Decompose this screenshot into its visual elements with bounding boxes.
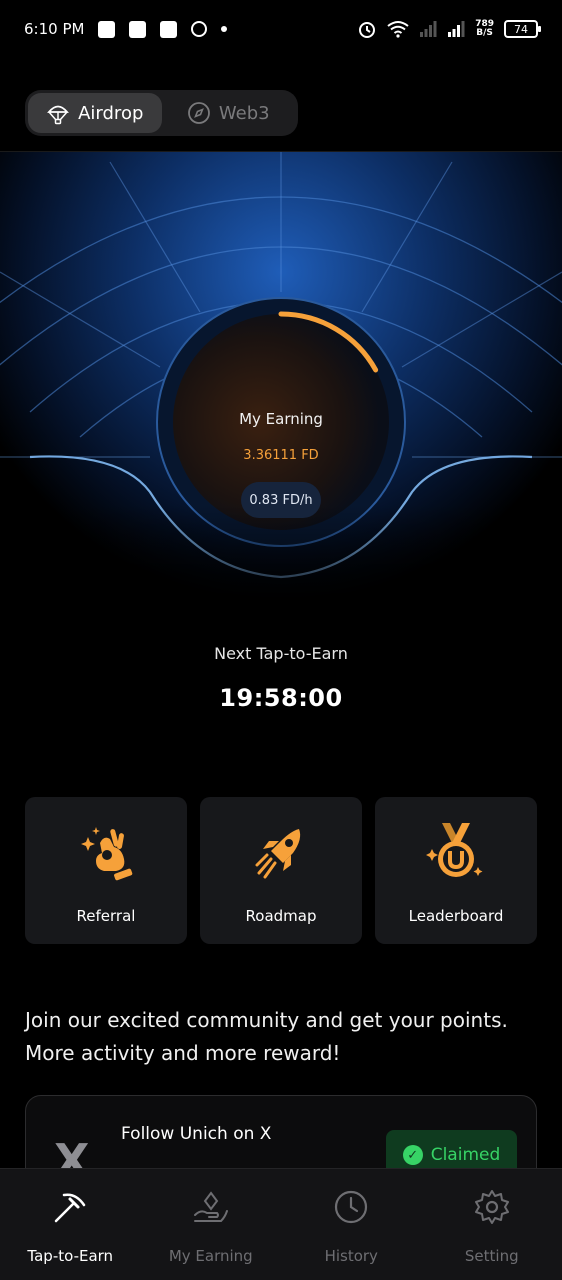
roadmap-card[interactable]: Roadmap <box>200 797 362 944</box>
network-speed: 789 B/S <box>475 20 494 38</box>
youtube-icon <box>160 20 178 38</box>
gear-icon <box>474 1190 509 1224</box>
medal-icon <box>426 823 483 877</box>
rocket-icon <box>255 829 301 879</box>
clock-icon <box>335 1190 368 1224</box>
tab-web3[interactable]: Web3 <box>162 93 296 133</box>
earning-rate-badge: 0.83 FD/h <box>241 482 321 518</box>
countdown-timer: 19:58:00 <box>219 684 343 712</box>
status-bar: 6:10 PM 789 B/S 74 <box>0 0 562 58</box>
signal-icon-2 <box>448 21 465 37</box>
parachute-icon <box>47 105 70 125</box>
bottom-nav: Tap-to-Earn My Earning History Setting <box>0 1168 562 1280</box>
nav-tap-to-earn-label: Tap-to-Earn <box>27 1247 114 1265</box>
compass-icon <box>187 102 210 124</box>
battery-level: 74 <box>514 22 528 36</box>
signal-icon-1 <box>420 21 437 37</box>
my-earning-value: 3.36111 FD <box>243 448 319 463</box>
mode-toggle: Airdrop Web3 <box>25 90 298 136</box>
pickaxe-icon <box>55 1193 86 1223</box>
nav-tap-to-earn[interactable]: Tap-to-Earn <box>0 1169 141 1280</box>
wifi-icon <box>387 21 409 38</box>
community-text: Join our excited community and get your … <box>25 1008 508 1065</box>
claimed-label: Claimed <box>430 1145 501 1165</box>
nav-my-earning[interactable]: My Earning <box>141 1169 282 1280</box>
leaderboard-card[interactable]: Leaderboard <box>375 797 537 944</box>
my-earning-label: My Earning <box>239 410 323 428</box>
check-icon: ✓ <box>402 1145 423 1165</box>
tab-web3-label: Web3 <box>218 102 270 124</box>
alarm-icon <box>359 22 376 38</box>
tab-airdrop[interactable]: Airdrop <box>28 93 162 133</box>
nav-history-label: History <box>324 1247 378 1265</box>
ok-hand-icon <box>81 827 133 881</box>
hand-diamond-icon <box>193 1191 228 1222</box>
earning-hero <box>0 152 562 622</box>
next-tap-label: Next Tap-to-Earn <box>214 644 348 663</box>
nav-my-earning-label: My Earning <box>168 1247 253 1265</box>
earning-rate-value: 0.83 FD/h <box>249 492 313 508</box>
hero-background <box>0 152 562 622</box>
feature-cards: Referral Roadmap Leaderboard <box>25 797 537 944</box>
network-speed-unit: B/S <box>476 28 493 38</box>
status-time: 6:10 PM <box>24 20 85 38</box>
battery-icon: 74 <box>504 20 541 38</box>
tab-airdrop-label: Airdrop <box>78 102 144 124</box>
shopping-bag-icon <box>129 20 147 38</box>
nav-history[interactable]: History <box>281 1169 422 1280</box>
task-title: Follow Unich on X <box>121 1124 272 1144</box>
app-notification-icon <box>191 21 208 37</box>
referral-label: Referral <box>76 907 136 925</box>
notification-square-icon <box>98 20 116 38</box>
more-notifications-dot-icon <box>221 26 228 32</box>
leaderboard-label: Leaderboard <box>408 907 504 925</box>
nav-setting[interactable]: Setting <box>422 1169 562 1280</box>
nav-setting-label: Setting <box>464 1247 519 1265</box>
roadmap-label: Roadmap <box>245 907 317 925</box>
referral-card[interactable]: Referral <box>25 797 187 944</box>
